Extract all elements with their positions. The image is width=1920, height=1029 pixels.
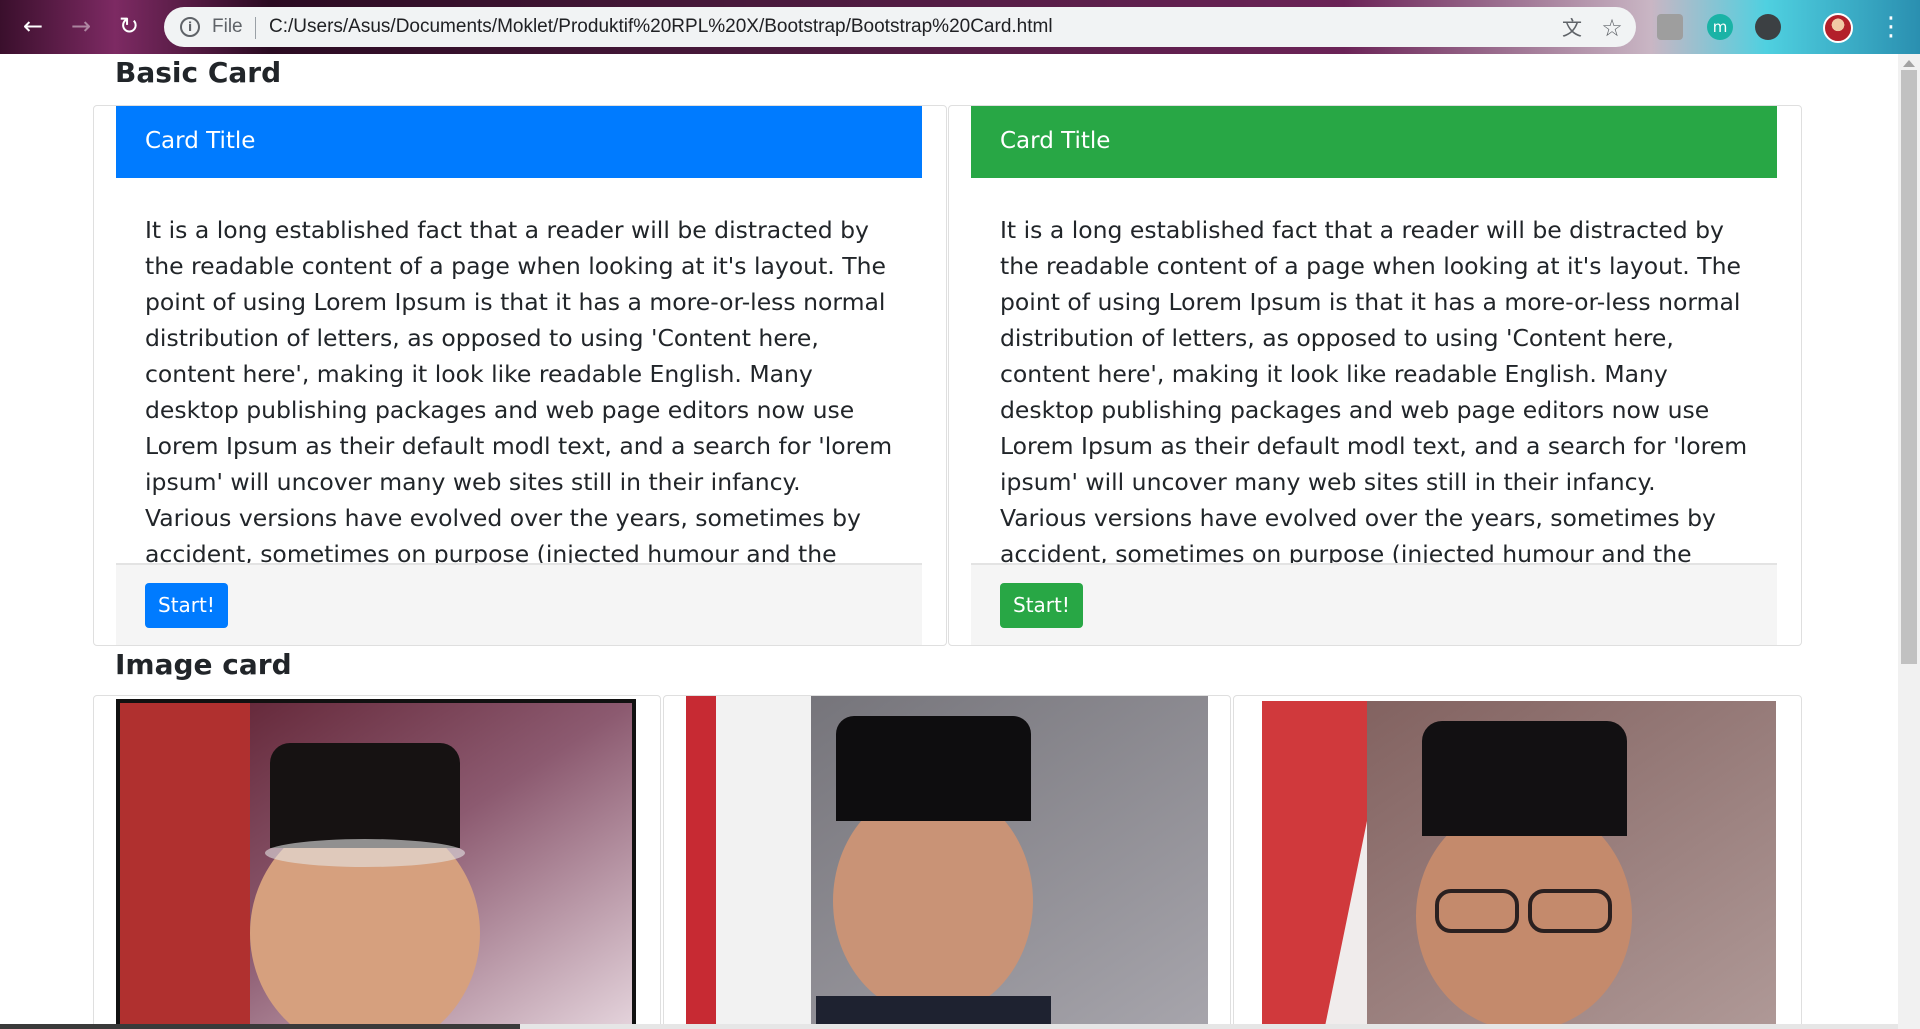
portrait-image [1262, 701, 1776, 1029]
card-header: Card Title [971, 106, 1777, 178]
url-separator [255, 17, 256, 39]
info-icon[interactable]: i [180, 17, 200, 37]
extension-m-icon[interactable]: m [1707, 14, 1733, 40]
start-button[interactable]: Start! [1000, 583, 1083, 628]
portrait-image [686, 696, 1208, 1029]
extension-bulb-icon[interactable] [1755, 14, 1781, 40]
basic-card-green: Card Title It is a long established fact… [948, 105, 1802, 646]
vertical-scrollbar[interactable] [1898, 54, 1920, 1029]
portrait-photo [1262, 701, 1776, 1029]
avatar[interactable] [1823, 13, 1853, 43]
portrait-photo [120, 703, 632, 1029]
horizontal-scroll-thumb[interactable] [0, 1024, 520, 1029]
extension-bag-icon[interactable] [1657, 14, 1683, 40]
card-header: Card Title [116, 106, 922, 178]
image-card [93, 695, 661, 1029]
menu-icon[interactable]: ⋮ [1878, 10, 1904, 44]
url-text[interactable]: C:/Users/Asus/Documents/Moklet/Produktif… [269, 16, 1053, 38]
url-scheme-label: File [212, 16, 243, 37]
page-content: Basic Card Card Title It is a long estab… [0, 54, 1898, 1029]
browser-toolbar: ← → ↻ i File C:/Users/Asus/Documents/Mok… [0, 0, 1920, 54]
scroll-thumb[interactable] [1901, 70, 1917, 664]
basic-card-blue: Card Title It is a long established fact… [93, 105, 947, 646]
image-card [663, 695, 1231, 1029]
bookmark-star-icon[interactable]: ☆ [1600, 16, 1624, 40]
back-icon[interactable]: ← [18, 11, 48, 41]
scroll-up-icon[interactable] [1903, 60, 1915, 67]
start-button[interactable]: Start! [145, 583, 228, 628]
card-body-text: It is a long established fact that a rea… [145, 216, 893, 604]
image-card-heading: Image card [115, 648, 292, 681]
address-bar[interactable]: i File C:/Users/Asus/Documents/Moklet/Pr… [164, 7, 1636, 47]
portrait-image [116, 699, 636, 1029]
card-footer: Start! [116, 563, 922, 645]
image-card [1233, 695, 1802, 1029]
card-footer: Start! [971, 563, 1777, 645]
forward-icon[interactable]: → [66, 11, 96, 41]
portrait-photo [686, 696, 1208, 1029]
reload-icon[interactable]: ↻ [114, 11, 144, 41]
translate-icon[interactable]: 文 [1560, 16, 1584, 40]
card-body-text: It is a long established fact that a rea… [1000, 216, 1748, 604]
basic-card-heading: Basic Card [115, 56, 282, 89]
